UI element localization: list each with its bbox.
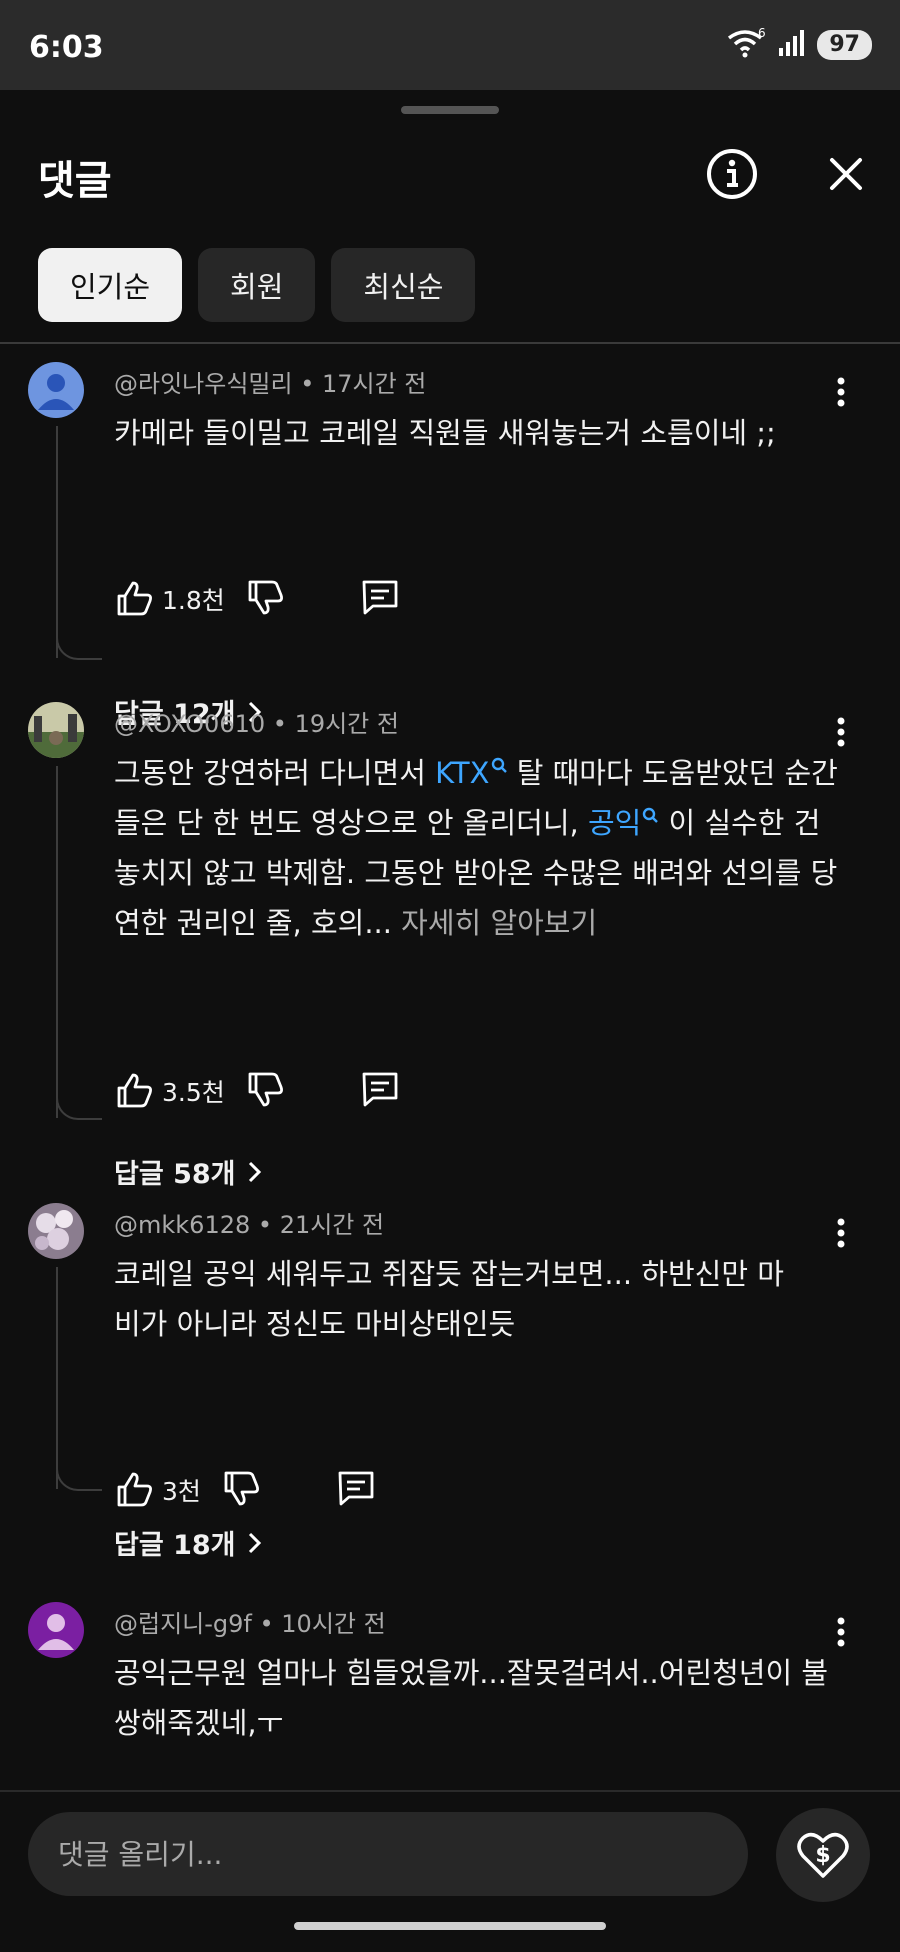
thumbs-up-icon	[117, 1073, 152, 1108]
thread-line	[56, 426, 58, 658]
comment-meta: @럽지니-g9f • 10시간 전	[114, 1610, 386, 1638]
comment-time: 19시간 전	[294, 710, 399, 738]
comment-text: 카메라 들이밀고 코레일 직원들 새워놓는거 소름이네 ;;	[114, 416, 776, 450]
heart-dollar-icon: $	[797, 1832, 849, 1878]
info-icon	[707, 149, 757, 199]
like-button[interactable]: 3천	[114, 1469, 201, 1511]
signal-icon	[777, 28, 807, 62]
search-link-gongik[interactable]: 공익	[588, 806, 659, 840]
drag-handle[interactable]	[401, 106, 499, 114]
comment-text: 코레일 공익 세워두고 쥐잡듯 잡는거보면... 하반신만 마비가 아니라 정신…	[114, 1257, 784, 1341]
like-count: 3천	[162, 1477, 201, 1506]
thread-line	[56, 766, 58, 1118]
like-count: 3.5천	[162, 1078, 225, 1107]
battery-indicator: 97	[817, 30, 872, 60]
reply-comment-icon	[338, 1471, 374, 1506]
like-button[interactable]: 1.8천	[114, 578, 225, 620]
dislike-button[interactable]	[221, 1467, 263, 1513]
thumbs-up-icon	[117, 1472, 152, 1507]
thumbs-down-icon	[248, 1072, 283, 1107]
thumbs-down-icon	[224, 1471, 259, 1506]
comment-composer: $	[0, 1790, 900, 1952]
replies-toggle[interactable]: 답글 58개	[114, 1152, 264, 1191]
comment-author[interactable]: @mkk6128	[114, 1211, 250, 1239]
chip-newest[interactable]: 최신순	[331, 248, 476, 322]
comment-actions: 1.8천	[114, 576, 401, 622]
wifi-icon: 6	[727, 26, 767, 62]
reply-comment-icon	[362, 1072, 398, 1107]
more-vert-icon	[837, 1218, 845, 1248]
replies-count: 답글 18개	[114, 1530, 236, 1561]
comment-menu-button[interactable]	[826, 1213, 856, 1253]
reply-button[interactable]	[359, 576, 401, 622]
comment-actions: 3.5천	[114, 1068, 401, 1114]
avatar[interactable]	[28, 702, 84, 758]
like-button[interactable]: 3.5천	[114, 1070, 225, 1112]
close-icon	[830, 158, 862, 190]
comment-author[interactable]: @XOXO0610	[114, 710, 265, 738]
thread-curve	[56, 1092, 102, 1120]
thread-curve	[56, 632, 102, 660]
comment-text: 공익근무원 얼마나 힘들었을까...잘못걸려서..어린청년이 불쌍해죽겠네,ㅜ	[114, 1656, 829, 1740]
reply-comment-icon	[362, 580, 398, 615]
comment-menu-button[interactable]	[826, 1612, 856, 1652]
link-label: KTX	[435, 756, 490, 790]
read-more-link[interactable]: 자세히 알아보기	[392, 906, 597, 940]
svg-text:$: $	[815, 1843, 830, 1868]
status-icons: 6 97	[727, 26, 872, 62]
link-label: 공익	[587, 806, 642, 840]
replies-toggle[interactable]: 답글 18개	[114, 1523, 264, 1562]
status-bar: 6:03 6 97	[0, 0, 900, 90]
chip-popular[interactable]: 인기순	[38, 248, 183, 322]
comment-time: 17시간 전	[321, 370, 427, 398]
more-vert-icon	[837, 1617, 845, 1647]
comment-meta: @mkk6128 • 21시간 전	[114, 1211, 385, 1239]
like-count: 1.8천	[162, 586, 225, 615]
info-button[interactable]	[704, 146, 760, 202]
dislike-button[interactable]	[245, 1068, 287, 1114]
replies-count: 답글 58개	[114, 1159, 236, 1190]
comment-menu-button[interactable]	[826, 712, 856, 752]
comments-sheet: 댓글 인기순 회원 최신순 @라잇나우식밀리 • 17시간 전 카메라 들이밀고…	[0, 90, 900, 1952]
avatar[interactable]	[28, 1602, 84, 1658]
thumbs-down-icon	[248, 580, 283, 615]
thread-curve	[56, 1463, 102, 1491]
comment-text: 그동안 강연하러 다니면서 KTX 탈 때마다 도움받았던 순간들은 단 한 번…	[114, 748, 854, 948]
reply-button[interactable]	[359, 1068, 401, 1114]
avatar[interactable]	[28, 1203, 84, 1259]
avatar[interactable]	[28, 362, 84, 418]
comment-meta: @XOXO0610 • 19시간 전	[114, 710, 399, 738]
dislike-button[interactable]	[245, 576, 287, 622]
home-indicator	[294, 1922, 606, 1930]
close-button[interactable]	[820, 148, 872, 200]
chevron-right-icon	[248, 1532, 261, 1553]
comment-author[interactable]: @라잇나우식밀리	[114, 370, 293, 398]
chevron-right-icon	[248, 1161, 261, 1182]
thumbs-up-icon	[117, 581, 152, 616]
comment-actions: 3천	[114, 1467, 377, 1513]
search-icon	[491, 757, 507, 773]
comment-meta: @라잇나우식밀리 • 17시간 전	[114, 370, 427, 398]
comment-time: 10시간 전	[281, 1610, 386, 1638]
chip-members[interactable]: 회원	[198, 248, 316, 322]
reply-button[interactable]	[335, 1467, 377, 1513]
more-vert-icon	[837, 377, 845, 407]
comment-input[interactable]	[28, 1812, 748, 1896]
status-time: 6:03	[29, 30, 104, 65]
sort-chips: 인기순 회원 최신순	[38, 248, 476, 322]
comment-time: 21시간 전	[279, 1211, 385, 1239]
search-icon	[643, 807, 659, 823]
sheet-title: 댓글	[38, 158, 112, 204]
search-link-ktx[interactable]: KTX	[435, 756, 507, 790]
svg-text:6: 6	[758, 28, 766, 40]
comment-menu-button[interactable]	[826, 372, 856, 412]
header-divider	[0, 342, 900, 344]
more-vert-icon	[837, 717, 845, 747]
thread-line	[56, 1267, 58, 1489]
text-segment: 그동안 강연하러 다니면서	[114, 756, 436, 790]
super-thanks-button[interactable]: $	[776, 1808, 870, 1902]
comment-author[interactable]: @럽지니-g9f	[114, 1610, 252, 1638]
